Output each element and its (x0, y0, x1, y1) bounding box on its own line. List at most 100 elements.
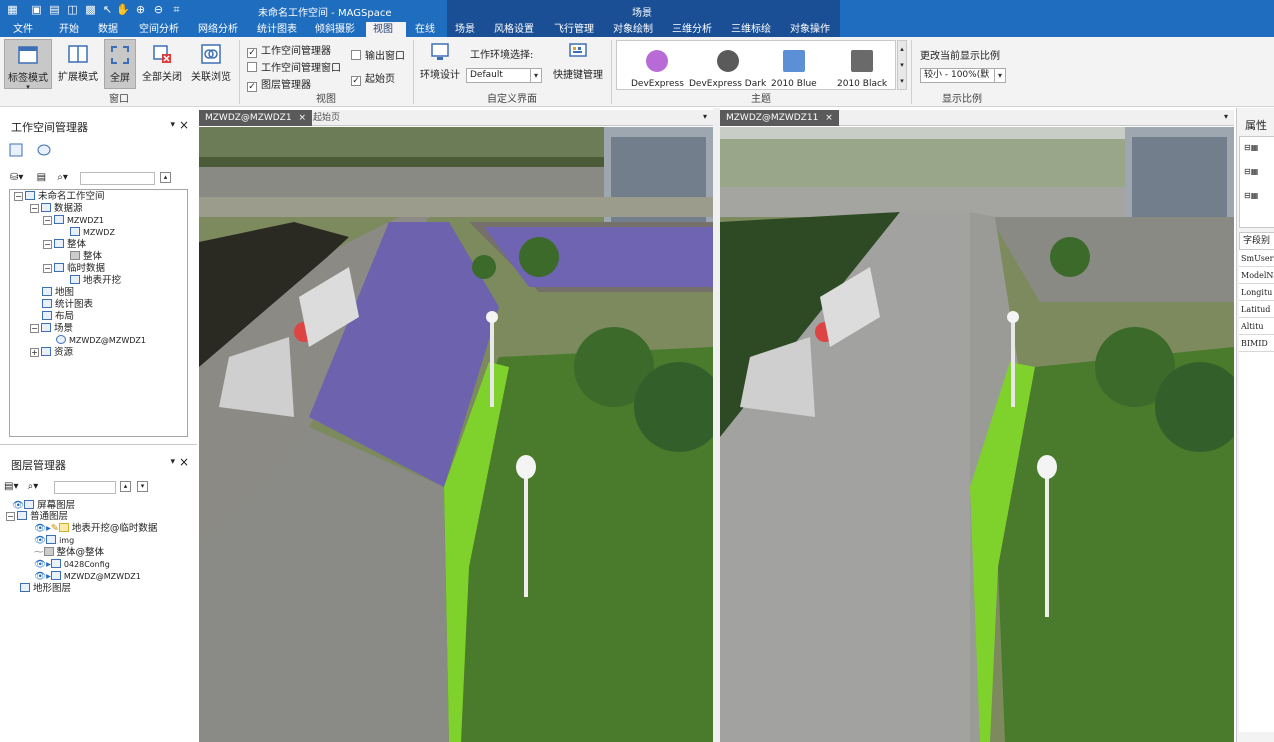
layer-node[interactable]: 👁 屏幕图层 (12, 500, 75, 511)
zoom-out-icon[interactable]: ⊖ (152, 3, 165, 16)
close-icon[interactable]: × (179, 455, 189, 469)
new-window-icon[interactable]: ▤ (48, 3, 61, 16)
menu-style-settings[interactable]: 风格设置 (487, 22, 541, 37)
layout-icon[interactable]: ◫ (66, 3, 79, 16)
expand-toggle[interactable]: − (6, 512, 15, 521)
tab-scene-mzwdz11[interactable]: MZWDZ@MZWDZ11 × (720, 110, 839, 126)
pan-hand-icon[interactable]: ✋ (116, 3, 130, 16)
pin-icon[interactable]: ▾ (170, 120, 175, 130)
move-up-button[interactable]: ▴ (120, 481, 131, 492)
save-icon[interactable]: ▣ (30, 3, 43, 16)
expand-toggle[interactable]: − (14, 192, 23, 201)
layer-node[interactable]: 👁 img (34, 535, 74, 546)
menu-spatial-analysis[interactable]: 空间分析 (132, 22, 186, 37)
grid-icon[interactable]: ▩ (84, 3, 97, 16)
check-output-window[interactable]: 输出窗口 (351, 47, 405, 62)
zoom-in-icon[interactable]: ⊕ (134, 3, 147, 16)
scale-select[interactable]: 较小 - 100%(默 ▾ (920, 68, 1006, 83)
tree-node[interactable]: − 数据源 (30, 203, 83, 214)
collapse-button[interactable]: ▴ (160, 172, 171, 183)
checkbox-checked[interactable]: ✓ (351, 76, 361, 86)
tree-node[interactable]: 布局 (42, 311, 74, 322)
theme-devexpress-dark[interactable]: DevExpress Dark (689, 50, 766, 89)
menu-flight-management[interactable]: 飞行管理 (547, 22, 601, 37)
check-workspace-window[interactable]: 工作空间管理窗口 (247, 59, 341, 74)
scene-view-left[interactable] (199, 127, 713, 742)
tree-node[interactable]: − 场景 (30, 323, 73, 334)
layer-tool-icon[interactable]: ▤▾ (4, 481, 18, 492)
checkbox-checked[interactable]: ✓ (247, 48, 257, 58)
datasource-icon[interactable]: ⛁▾ (10, 172, 23, 183)
expand-toggle[interactable]: − (43, 240, 52, 249)
tree-node[interactable]: 整体 (70, 251, 102, 262)
gallery-scroller[interactable]: ▴ ▾ ▾ (897, 40, 907, 90)
editable-pencil-icon[interactable]: ✎ (51, 523, 59, 534)
pointer-icon[interactable]: ↖ (101, 3, 114, 16)
menu-network-analysis[interactable]: 网络分析 (191, 22, 245, 37)
split-divider[interactable] (713, 108, 720, 742)
close-icon[interactable]: × (179, 118, 189, 132)
close-icon[interactable]: × (825, 113, 833, 123)
check-workspace-manager[interactable]: ✓ 工作空间管理器 (247, 42, 331, 58)
close-icon[interactable]: × (298, 113, 306, 123)
layer-node[interactable]: ⁓ 整体@整体 (34, 547, 104, 558)
check-start-page[interactable]: ✓ 起始页 (351, 70, 395, 86)
tree-node[interactable]: MZWDZ@MZWDZ1 (56, 335, 146, 346)
tab-mode-button[interactable]: 标签模式 ▾ (4, 39, 52, 91)
theme-2010-blue[interactable]: 2010 Blue (771, 50, 817, 89)
tab-list-icon[interactable]: ▾ (1224, 112, 1228, 121)
fullscreen-button[interactable]: 全屏 (104, 39, 136, 89)
menu-object-drawing[interactable]: 对象绘制 (606, 22, 660, 37)
search-icon[interactable]: ⌕▾ (28, 481, 39, 492)
visibility-eye-icon[interactable]: 👁 (34, 571, 46, 582)
scene-view-right[interactable] (720, 127, 1234, 742)
tree-node[interactable]: 地表开挖 (70, 275, 121, 286)
menu-view[interactable]: 视图 (366, 22, 406, 37)
tree-node[interactable]: − MZWDZ1 (43, 215, 104, 226)
shortcut-manager-button[interactable]: 快捷键管理 (552, 41, 604, 89)
theme-2010-black[interactable]: 2010 Black (837, 50, 887, 89)
search-input[interactable] (80, 172, 155, 185)
tree-expand-icon[interactable]: ⊟▦ (1244, 191, 1258, 200)
expand-toggle[interactable]: − (30, 204, 39, 213)
extend-mode-button[interactable]: 扩展模式 (54, 39, 102, 89)
expand-toggle[interactable]: − (30, 324, 39, 333)
expand-toggle[interactable]: + (30, 348, 39, 357)
open-icon[interactable]: ▤ (37, 172, 46, 183)
close-all-button[interactable]: 全部关闭 (139, 39, 185, 89)
menu-online[interactable]: 在线 (408, 22, 442, 37)
pin-icon[interactable]: ▾ (170, 457, 175, 467)
visibility-eye-icon[interactable]: 👁 (34, 559, 46, 570)
menu-data[interactable]: 数据 (91, 22, 125, 37)
tree-node[interactable]: + 资源 (30, 347, 73, 358)
checkbox-unchecked[interactable] (247, 62, 257, 72)
tree-node[interactable]: 统计图表 (42, 299, 93, 310)
theme-devexpress[interactable]: DevExpress (631, 50, 684, 89)
tree-node[interactable]: − 整体 (43, 239, 86, 250)
expand-toggle[interactable]: − (43, 264, 52, 273)
menu-statistics-charts[interactable]: 统计图表 (250, 22, 304, 37)
search-icon[interactable]: ⌕▾ (57, 172, 68, 183)
layer-node[interactable]: − 普通图层 (6, 511, 68, 522)
workspace-icon[interactable] (9, 143, 23, 157)
visibility-eye-icon[interactable]: 👁 (12, 500, 24, 511)
tree-expand-icon[interactable]: ⊟▦ (1244, 143, 1258, 152)
env-design-button[interactable]: 环境设计 (418, 41, 462, 89)
menu-3d-analysis[interactable]: 三维分析 (665, 22, 719, 37)
menu-3d-plotting[interactable]: 三维标绘 (724, 22, 778, 37)
layer-node[interactable]: 👁▸ 0428Config (34, 559, 110, 570)
full-extent-icon[interactable]: ⌗ (170, 3, 183, 16)
chevron-down-icon[interactable]: ▾ (530, 69, 541, 82)
menu-oblique-photo[interactable]: 倾斜摄影 (308, 22, 362, 37)
layer-node[interactable]: 地形图层 (20, 583, 71, 594)
layer-search-input[interactable] (54, 481, 116, 494)
menu-file[interactable]: 文件 (6, 22, 40, 37)
resource-icon[interactable] (37, 143, 51, 157)
layer-node[interactable]: 👁▸ MZWDZ@MZWDZ1 (34, 571, 141, 582)
move-down-button[interactable]: ▾ (137, 481, 148, 492)
env-select[interactable]: Default ▾ (466, 68, 542, 83)
tree-node[interactable]: − 未命名工作空间 (14, 191, 105, 202)
menu-scene[interactable]: 场景 (448, 22, 482, 37)
tree-node[interactable]: MZWDZ (70, 227, 115, 238)
expand-toggle[interactable]: − (43, 216, 52, 225)
